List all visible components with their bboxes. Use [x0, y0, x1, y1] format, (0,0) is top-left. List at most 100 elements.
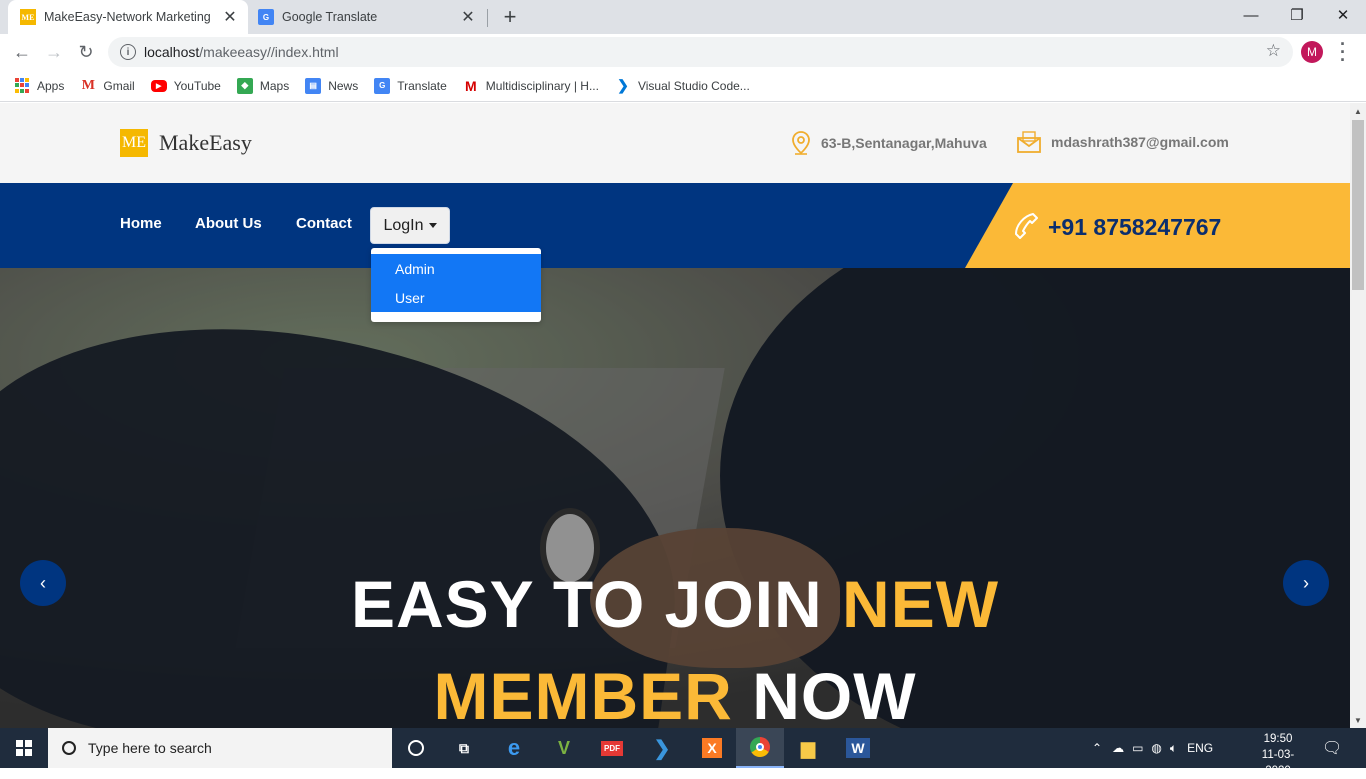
scroll-up-icon[interactable]: ▲ [1350, 103, 1366, 119]
network-warning-icon[interactable]: ☁ [1112, 741, 1124, 755]
vim-icon[interactable]: V [540, 728, 588, 768]
carousel-prev-button[interactable]: ‹ [20, 560, 66, 606]
pdf-reader-icon[interactable]: PDF [588, 728, 636, 768]
maximize-icon[interactable]: ❐ [1274, 0, 1320, 30]
url-host: localhost [144, 44, 200, 60]
dropdown-item-user[interactable]: User [371, 283, 541, 312]
site-logo[interactable]: ME MakeEasy [120, 129, 252, 157]
bookmark-gmail[interactable]: M Gmail [80, 77, 135, 94]
multidisciplinary-icon: M [464, 77, 477, 94]
bookmark-label: Apps [37, 78, 65, 93]
phone-icon [1015, 213, 1038, 239]
bookmark-label: News [328, 78, 359, 93]
hero-line1-accent: NEW [842, 567, 1000, 641]
bookmark-news[interactable]: ▤ News [305, 77, 359, 94]
bookmarks-bar: Apps M Gmail ▶ YouTube ◆ Maps ▤ News G T… [0, 70, 1366, 102]
new-tab-button[interactable]: + [498, 4, 522, 29]
bookmark-label: Maps [259, 78, 290, 93]
bookmark-label: Visual Studio Code... [637, 78, 750, 93]
login-dropdown-button[interactable]: LogIn [370, 207, 450, 244]
brand-name: MakeEasy [159, 130, 252, 155]
tab-title: MakeEasy-Network Marketing [44, 10, 211, 24]
minimize-icon[interactable]: — [1228, 0, 1274, 30]
close-tab-icon[interactable]: ✕ [218, 5, 242, 29]
volume-icon[interactable]: 🔈︎ [1170, 741, 1177, 756]
system-tray: ⌃ ☁ ▭ ◍ 🔈︎ ENG [1092, 728, 1213, 768]
profile-avatar[interactable]: M [1301, 41, 1323, 63]
globe-icon[interactable]: ◍ [1151, 741, 1161, 755]
nav-contact[interactable]: Contact [296, 215, 352, 232]
hero-headline: EASY TO JOIN NEW MEMBER NOW [0, 558, 1350, 728]
bookmark-vscode[interactable]: ❯ Visual Studio Code... [615, 77, 750, 94]
scroll-thumb[interactable] [1352, 120, 1364, 290]
site-info-icon[interactable]: i [120, 44, 136, 60]
xampp-icon[interactable]: X [688, 728, 736, 768]
tab-separator [487, 9, 488, 27]
bookmark-label: Gmail [103, 78, 135, 93]
email-text[interactable]: mdashrath387@gmail.com [1051, 134, 1229, 150]
caret-down-icon [428, 223, 437, 228]
language-indicator[interactable]: ENG [1187, 741, 1213, 755]
nav-home[interactable]: Home [120, 215, 162, 232]
tab-google-translate[interactable]: G Google Translate ✕ [250, 0, 486, 34]
phone-text: +91 8758247767 [1048, 213, 1222, 240]
news-icon: ▤ [305, 77, 322, 94]
close-tab-icon[interactable]: ✕ [456, 5, 480, 29]
edge-icon[interactable]: e [490, 728, 538, 768]
taskbar-clock[interactable]: 19:50 11-03-2020 [1252, 731, 1304, 779]
scroll-down-icon[interactable]: ▼ [1350, 712, 1366, 728]
clock-time: 19:50 [1263, 733, 1293, 745]
nav-about-us[interactable]: About Us [195, 215, 262, 232]
browser-menu-icon[interactable]: · · · [1338, 35, 1348, 69]
bookmark-multidisciplinary[interactable]: M Multidisciplinary | H... [463, 78, 599, 94]
battery-icon[interactable]: ▭ [1132, 741, 1143, 755]
apps-grid-icon [14, 77, 30, 94]
taskbar-search[interactable]: Type here to search [48, 728, 392, 768]
carousel-next-button[interactable]: › [1283, 560, 1329, 606]
youtube-icon: ▶ [150, 79, 167, 92]
site-navbar: Home About Us Contact LogIn +91 87582477… [0, 183, 1350, 268]
gmail-icon: M [81, 77, 95, 93]
windows-taskbar: Type here to search ⧉ e V PDF ❯ X ▆ W ⌃ … [0, 728, 1366, 777]
cortana-icon[interactable] [392, 728, 440, 768]
site-header: ME MakeEasy 63-B,Sentanagar,Mahuva mdash… [0, 103, 1350, 183]
search-icon [62, 741, 76, 755]
start-button[interactable] [0, 728, 48, 768]
page-scrollbar[interactable]: ▲ ▼ [1350, 103, 1366, 728]
bookmark-youtube[interactable]: ▶ YouTube [150, 79, 221, 93]
phone-number[interactable]: +91 8758247767 [1013, 211, 1221, 243]
tab-title: Google Translate [282, 10, 378, 24]
bookmark-apps[interactable]: Apps [14, 77, 65, 94]
task-view-icon[interactable]: ⧉ [440, 728, 488, 768]
bookmark-maps[interactable]: ◆ Maps [236, 77, 290, 94]
address-text: 63-B,Sentanagar,Mahuva [821, 135, 987, 151]
chrome-taskbar-icon[interactable] [736, 728, 784, 768]
envelope-icon [1017, 131, 1041, 153]
translate-icon: G [374, 77, 391, 94]
notifications-icon[interactable]: 🗨︎ [1322, 728, 1342, 768]
forward-icon[interactable]: → [40, 38, 68, 66]
vscode-taskbar-icon[interactable]: ❯ [638, 728, 686, 768]
vscode-icon: ❯ [617, 77, 629, 93]
email-info: mdashrath387@gmail.com [1016, 130, 1229, 154]
show-hidden-icons-icon[interactable]: ⌃ [1092, 741, 1102, 755]
close-window-icon[interactable]: ✕ [1320, 0, 1366, 30]
windows-logo-icon [16, 740, 32, 756]
browser-toolbar: ← → ↻ i localhost/makeeasy//index.html ☆… [0, 34, 1366, 70]
hero-line1-white: EASY TO JOIN [350, 567, 823, 641]
bookmark-label: Multidisciplinary | H... [485, 78, 599, 93]
reload-icon[interactable]: ↻ [72, 38, 100, 66]
url-text: localhost/makeeasy//index.html [144, 44, 339, 60]
bookmark-star-icon[interactable]: ☆ [1266, 41, 1281, 61]
file-explorer-icon[interactable]: ▆ [784, 728, 832, 768]
bookmark-translate[interactable]: G Translate [374, 77, 447, 94]
url-path: /makeeasy//index.html [199, 44, 339, 60]
hero-carousel: EASY TO JOIN NEW MEMBER NOW [0, 268, 1350, 728]
chevron-left-icon: ‹ [40, 572, 46, 593]
word-icon[interactable]: W [834, 728, 882, 768]
tab-makeeasy[interactable]: ME MakeEasy-Network Marketing ✕ [8, 0, 248, 34]
address-bar[interactable]: i localhost/makeeasy//index.html ☆ [108, 37, 1293, 67]
bookmark-label: Translate [397, 78, 447, 93]
back-icon[interactable]: ← [8, 38, 36, 66]
dropdown-item-admin[interactable]: Admin [371, 254, 541, 283]
